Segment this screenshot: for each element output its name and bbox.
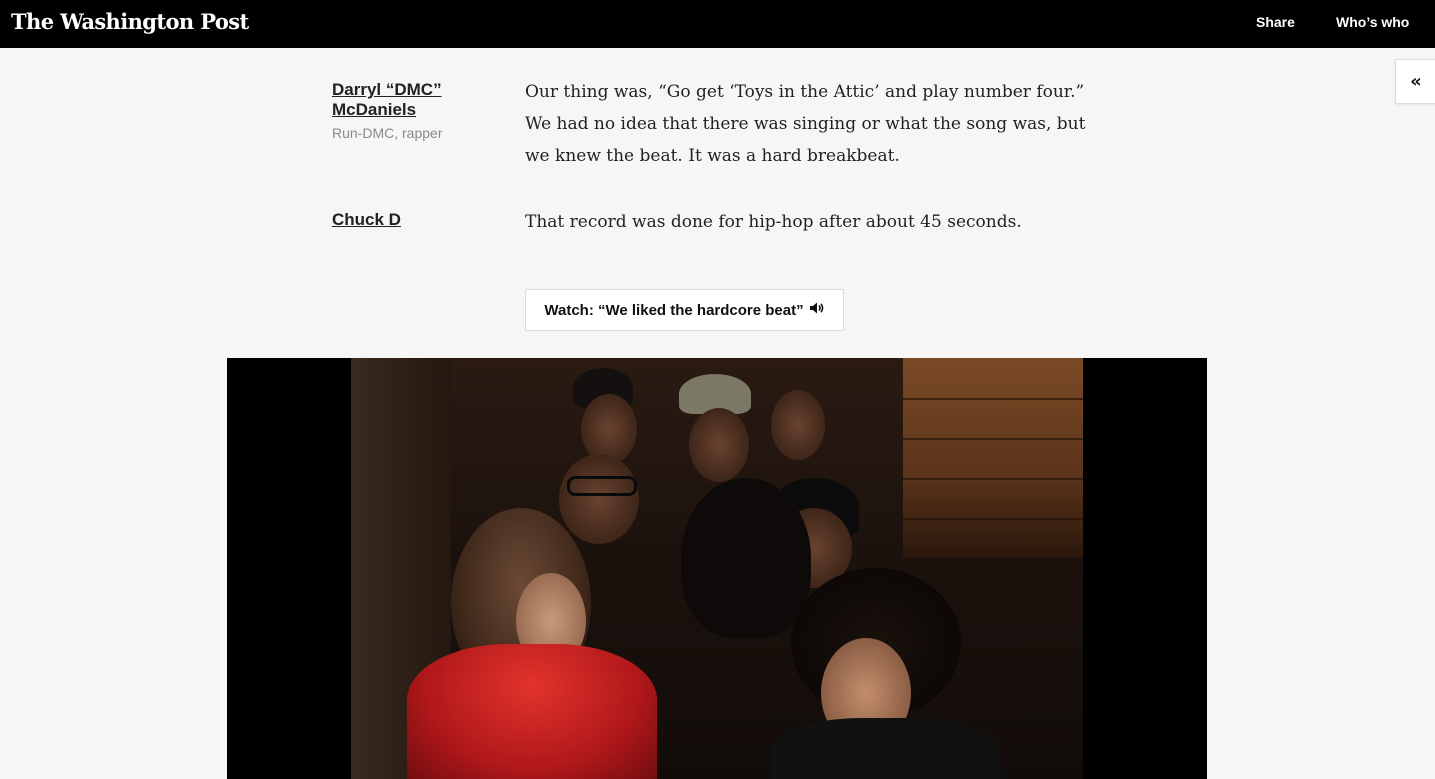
red-jacket-shape	[407, 644, 657, 779]
site-header: The Washington Post Share Who’s who	[0, 0, 1435, 48]
background-face	[689, 408, 749, 482]
background-face	[771, 390, 825, 460]
speaker-name-link[interactable]: Chuck D	[332, 210, 502, 230]
video-player[interactable]	[227, 358, 1207, 779]
dark-shirt-shape	[681, 478, 811, 638]
dark-shirt-shape	[771, 718, 1001, 779]
background-face	[559, 454, 639, 544]
collapse-sidebar-button[interactable]: «	[1395, 59, 1435, 104]
quote-text: That record was done for hip-hop after a…	[525, 212, 1022, 232]
share-link[interactable]: Share	[1256, 14, 1295, 30]
watch-video-label: Watch: “We liked the hardcore beat”	[544, 301, 804, 319]
video-wall-right	[903, 358, 1083, 558]
quote-text: Our thing was, “Go get ‘Toys in the Atti…	[525, 82, 1086, 166]
background-face	[581, 394, 637, 464]
speaker-role: Run-DMC, rapper	[332, 125, 443, 141]
watch-video-button[interactable]: Watch: “We liked the hardcore beat”	[525, 289, 844, 331]
video-frame	[351, 358, 1083, 779]
washington-post-logo[interactable]: The Washington Post	[11, 9, 249, 34]
whos-who-link[interactable]: Who’s who	[1336, 14, 1409, 30]
double-chevron-left-icon: «	[1410, 70, 1422, 92]
speaker-name-link[interactable]: Darryl “DMC” McDaniels	[332, 80, 502, 120]
speaker-icon	[809, 301, 825, 319]
glasses-shape	[567, 476, 637, 496]
